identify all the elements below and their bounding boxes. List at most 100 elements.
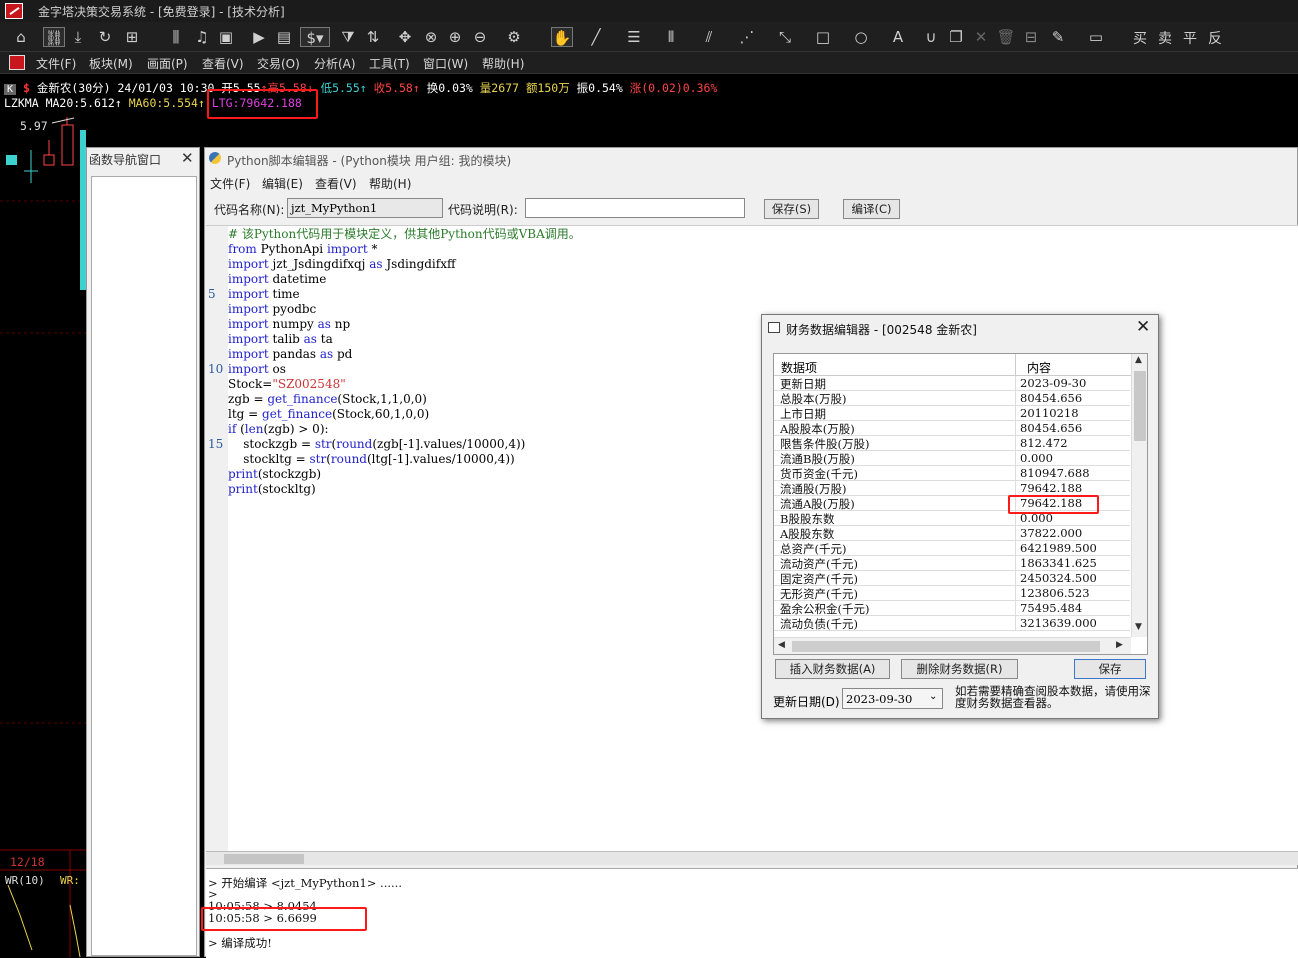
row-item-value[interactable]: 0.000	[1020, 451, 1053, 465]
scrollbar-thumb[interactable]	[1134, 371, 1146, 441]
code-desc-field[interactable]	[525, 198, 745, 218]
buy-button[interactable]: 买	[1133, 28, 1147, 48]
row-item-value[interactable]: 812.472	[1020, 436, 1068, 450]
close-position-button[interactable]: 平	[1183, 28, 1197, 48]
table-row[interactable]: 流通股(万股) 79642.188	[774, 481, 1130, 496]
hand-icon[interactable]: ✋	[551, 27, 573, 47]
column-header-value[interactable]: 内容	[1027, 359, 1051, 376]
row-item-value[interactable]: 2450324.500	[1020, 571, 1097, 585]
row-item-value[interactable]: 123806.523	[1020, 586, 1090, 600]
lock-icon[interactable]: ⊟	[1020, 27, 1042, 47]
table-row[interactable]: 流通B股(万股) 0.000	[774, 451, 1130, 466]
bell-icon[interactable]: ♫	[191, 27, 213, 47]
table-row[interactable]: 流动负债(千元) 3213639.000	[774, 616, 1130, 631]
scrollbar-thumb[interactable]	[792, 641, 1100, 652]
table-row[interactable]: A股股本(万股) 80454.656	[774, 421, 1130, 436]
row-item-value[interactable]: 79642.188	[1020, 481, 1082, 495]
table-row[interactable]: 流动资产(千元) 1863341.625	[774, 556, 1130, 571]
menu-view[interactable]: 查看(V)	[202, 55, 244, 72]
nav-panel-list[interactable]	[91, 176, 197, 956]
menu-window[interactable]: 窗口(W)	[423, 55, 468, 72]
ray-icon[interactable]: ⤡	[774, 27, 796, 47]
update-date-select[interactable]: 2023-09-30 ⌄	[842, 688, 943, 709]
cross-icon[interactable]: ⊗	[420, 27, 442, 47]
dialog-save-button[interactable]: 保存	[1074, 659, 1146, 679]
column-header-item[interactable]: 数据项	[781, 359, 817, 376]
parallel-icon[interactable]: ⋰	[736, 27, 758, 47]
document-icon[interactable]: ▤	[273, 27, 295, 47]
candlestick-icon[interactable]: ⫼	[165, 27, 187, 47]
fan-icon[interactable]: ⫽	[698, 27, 720, 47]
dollar-icon[interactable]: $▾	[300, 27, 330, 47]
text-icon[interactable]: A	[887, 27, 909, 47]
table-horizontal-scrollbar[interactable]: ◀ ▶	[774, 637, 1131, 654]
menu-file[interactable]: 文件(F)	[36, 55, 76, 72]
table-row[interactable]: 上市日期 20110218	[774, 406, 1130, 421]
home-icon[interactable]: ⌂	[10, 27, 32, 47]
delete-financial-data-button[interactable]: 删除财务数据(R)	[901, 659, 1018, 679]
play-icon[interactable]: ▶	[248, 27, 270, 47]
bars-icon[interactable]: ⦀	[660, 27, 682, 47]
editor-menu-view[interactable]: 查看(V)	[315, 175, 357, 192]
trash-icon[interactable]: 🗑	[995, 27, 1017, 47]
grid-icon[interactable]: ⊞	[121, 27, 143, 47]
editor-horizontal-scrollbar[interactable]	[206, 851, 1298, 865]
row-item-value[interactable]: 6421989.500	[1020, 541, 1097, 555]
move-icon[interactable]: ✥	[394, 27, 416, 47]
magnet-icon[interactable]: ∪	[920, 27, 942, 47]
copy-icon[interactable]: ❐	[945, 27, 967, 47]
circle-icon[interactable]: ○	[850, 27, 872, 47]
close-icon[interactable]: ✕	[181, 149, 194, 167]
row-item-value[interactable]: 37822.000	[1020, 526, 1082, 540]
menu-tools[interactable]: 工具(T)	[369, 55, 410, 72]
close-icon[interactable]: ✕	[970, 27, 992, 47]
refresh-icon[interactable]: ↻	[94, 27, 116, 47]
save-icon[interactable]: ▭	[1085, 27, 1107, 47]
settings-icon[interactable]: ⚙	[503, 27, 525, 47]
table-vertical-scrollbar[interactable]: ▲ ▼	[1131, 354, 1147, 637]
row-item-value[interactable]: 80454.656	[1020, 391, 1082, 405]
price-chart[interactable]: 5.97 12/18 WR(10) WR:	[0, 75, 86, 957]
table-row[interactable]: 更新日期 2023-09-30	[774, 376, 1130, 391]
code-name-field[interactable]: jzt_MyPython1	[287, 198, 443, 218]
editor-menu-edit[interactable]: 编辑(E)	[262, 175, 303, 192]
sell-button[interactable]: 卖	[1158, 28, 1172, 48]
row-item-value[interactable]: 1863341.625	[1020, 556, 1097, 570]
zoom-out-icon[interactable]: ⊖	[469, 27, 491, 47]
editor-menu-help[interactable]: 帮助(H)	[369, 175, 411, 192]
save-button[interactable]: 保存(S)	[764, 199, 819, 219]
fib-icon[interactable]: ☰	[623, 27, 645, 47]
row-item-value[interactable]: 810947.688	[1020, 466, 1090, 480]
table-row[interactable]: 固定资产(千元) 2450324.500	[774, 571, 1130, 586]
table-row[interactable]: 货币资金(千元) 810947.688	[774, 466, 1130, 481]
menu-trade[interactable]: 交易(O)	[257, 55, 300, 72]
table-row[interactable]: 盈余公积金(千元) 75495.484	[774, 601, 1130, 616]
rect-icon[interactable]: □	[812, 27, 834, 47]
sort-icon[interactable]: ⇅	[362, 27, 384, 47]
row-item-value[interactable]: 3213639.000	[1020, 616, 1097, 630]
editor-menu-file[interactable]: 文件(F)	[210, 175, 250, 192]
menu-help[interactable]: 帮助(H)	[482, 55, 524, 72]
table-row[interactable]: 总资产(千元) 6421989.500	[774, 541, 1130, 556]
chart-icon[interactable]: ▣	[215, 27, 237, 47]
scrollbar-thumb[interactable]	[224, 854, 304, 864]
table-row[interactable]: 无形资产(千元) 123806.523	[774, 586, 1130, 601]
pen-icon[interactable]: ✎	[1047, 27, 1069, 47]
menu-sector[interactable]: 板块(M)	[89, 55, 133, 72]
row-item-value[interactable]: 20110218	[1020, 406, 1079, 420]
line-icon[interactable]: ╱	[585, 27, 607, 47]
row-item-value[interactable]: 75495.484	[1020, 601, 1082, 615]
compile-button[interactable]: 编译(C)	[843, 199, 900, 219]
close-icon[interactable]: ✕	[1136, 317, 1150, 337]
row-item-value[interactable]: 80454.656	[1020, 421, 1082, 435]
table-row[interactable]: 总股本(万股) 80454.656	[774, 391, 1130, 406]
insert-financial-data-button[interactable]: 插入财务数据(A)	[775, 659, 890, 679]
table-row[interactable]: 限售条件股(万股) 812.472	[774, 436, 1130, 451]
zoom-in-icon[interactable]: ⊕	[444, 27, 466, 47]
reverse-button[interactable]: 反	[1208, 28, 1222, 48]
table-row[interactable]: A股股东数 37822.000	[774, 526, 1130, 541]
download-icon[interactable]: ⤓	[67, 27, 89, 47]
link-icon[interactable]: ⛓	[43, 27, 65, 47]
row-item-value[interactable]: 2023-09-30	[1020, 376, 1086, 390]
menu-screen[interactable]: 画面(P)	[147, 55, 188, 72]
